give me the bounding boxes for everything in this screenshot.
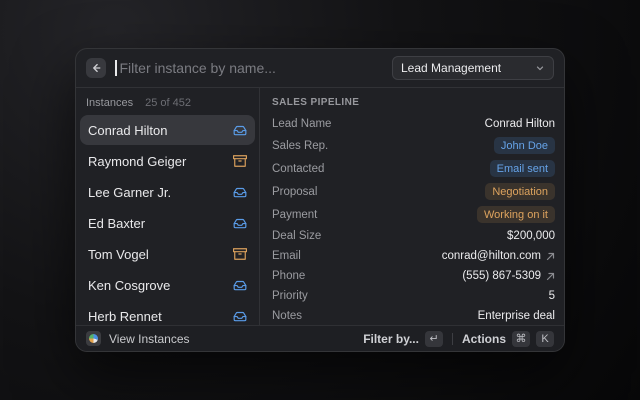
search-input[interactable] [120,60,393,76]
field-label: Deal Size [272,230,321,242]
detail-field: Proposal Negotiation [272,181,555,202]
field-label: Notes [272,310,302,322]
cmd-key-icon: ⌘ [512,331,530,347]
inbox-icon [233,216,247,230]
field-label: Contacted [272,163,324,175]
status-badge: Email sent [490,160,555,177]
field-label: Lead Name [272,118,331,130]
primary-action-label[interactable]: View Instances [109,332,190,346]
list-item[interactable]: Raymond Geiger [80,146,255,176]
list-item[interactable]: Lee Garner Jr. [80,177,255,207]
field-value: Enterprise deal [478,310,555,322]
detail-field: Notes Enterprise deal [272,307,555,325]
list-item-label: Lee Garner Jr. [88,185,171,200]
back-button[interactable] [86,58,106,78]
field-label: Proposal [272,186,317,198]
field-label: Sales Rep. [272,140,328,152]
list-item[interactable]: Tom Vogel [80,239,255,269]
external-link-icon [546,272,555,281]
actions-label[interactable]: Actions [462,332,506,346]
top-bar: Lead Management [76,49,564,87]
inbox-icon [233,278,247,292]
detail-field: Sales Rep. John Doe [272,135,555,156]
detail-field: Priority 5 [272,287,555,305]
inbox-icon [233,309,247,323]
email-link[interactable]: conrad@hilton.com [442,250,555,262]
section-title: SALES PIPELINE [272,97,555,108]
main-area: Instances 25 of 452 Conrad Hilton Raymon… [76,88,564,325]
field-value: 5 [549,290,555,302]
field-label: Email [272,250,301,262]
archive-icon [233,247,247,261]
command-palette-window: Lead Management Instances 25 of 452 Conr… [75,48,565,352]
dropdown-value: Lead Management [401,61,501,75]
status-badge: John Doe [494,137,555,154]
list-item[interactable]: Ed Baxter [80,208,255,238]
list-item-label: Herb Rennet [88,309,162,324]
inbox-icon [233,185,247,199]
field-label: Priority [272,290,308,302]
instances-list-pane: Instances 25 of 452 Conrad Hilton Raymon… [76,88,260,325]
footer-bar: View Instances Filter by... ↵ Actions ⌘ … [76,325,564,351]
back-arrow-icon [90,62,102,74]
field-value: Conrad Hilton [485,118,555,130]
field-value: (555) 867-5309 [462,270,541,282]
enter-key-icon: ↵ [425,331,443,347]
detail-field: Email conrad@hilton.com [272,247,555,265]
actions-keys: ⌘ K [506,331,554,347]
detail-field: Contacted Email sent [272,158,555,179]
list-item-label: Tom Vogel [88,247,149,262]
footer-separator [452,333,453,345]
filter-by-label[interactable]: Filter by... [363,332,419,346]
list-item-label: Raymond Geiger [88,154,186,169]
status-badge: Working on it [477,206,555,223]
phone-link[interactable]: (555) 867-5309 [462,270,555,282]
list-count: 25 of 452 [145,97,191,109]
external-link-icon [546,252,555,261]
status-badge: Negotiation [485,183,555,200]
detail-field: Lead Name Conrad Hilton [272,115,555,133]
detail-pane: SALES PIPELINE Lead Name Conrad Hilton S… [260,88,564,325]
context-dropdown[interactable]: Lead Management [392,56,554,80]
field-value: $200,000 [507,230,555,242]
detail-field: Phone (555) 867-5309 [272,267,555,285]
inbox-icon [233,123,247,137]
detail-field: Deal Size $200,000 [272,227,555,245]
list-item-label: Ken Cosgrove [88,278,170,293]
detail-field: Payment Working on it [272,204,555,225]
list-item[interactable]: Ken Cosgrove [80,270,255,300]
app-logo-icon [86,331,101,346]
list-item[interactable]: Conrad Hilton [80,115,255,145]
list-item-label: Ed Baxter [88,216,145,231]
list-item-label: Conrad Hilton [88,123,168,138]
field-label: Payment [272,209,317,221]
list-header: Instances 25 of 452 [80,88,255,115]
field-label: Phone [272,270,305,282]
text-caret [115,60,117,76]
footer-shortcuts: Filter by... ↵ Actions ⌘ K [363,331,554,347]
archive-icon [233,154,247,168]
list-title: Instances [86,97,133,109]
field-value: conrad@hilton.com [442,250,541,262]
chevron-down-icon [535,63,545,73]
k-key-icon: K [536,331,554,347]
